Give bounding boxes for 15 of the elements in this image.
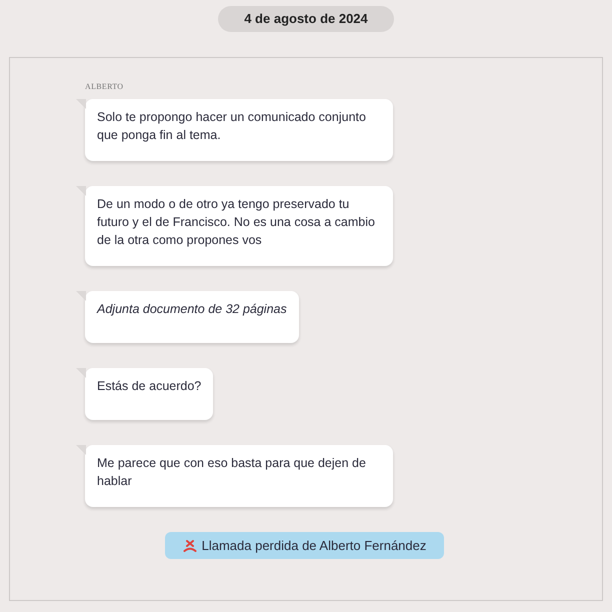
message-bubble: Estás de acuerdo? — [85, 368, 214, 420]
date-pill: 4 de agosto de 2024 — [218, 6, 394, 32]
message-bubble: De un modo o de otro ya tengo preservado tu futuro y el de Francisco. No es una cosa a cambio de la otra como propones vos — [85, 186, 393, 266]
message-bubble: Solo te propongo hacer un comunicado conjunto que ponga fin al tema. — [85, 99, 393, 161]
missed-call-icon — [182, 540, 197, 552]
bubble-tail — [76, 99, 86, 109]
sender-name: ALBERTO — [85, 82, 124, 92]
missed-call-text: Llamada perdida de Alberto Fernández — [202, 536, 426, 555]
bubble-tail — [76, 291, 86, 301]
message-bubble: Me parece que con eso basta para que dejen de hablar — [85, 445, 393, 507]
bubble-tail — [76, 445, 86, 455]
bubble-tail — [76, 186, 86, 196]
bubble-tail — [76, 368, 86, 378]
attachment-message: Adjunta documento de 32 páginas — [85, 291, 299, 343]
missed-call-banner[interactable]: Llamada perdida de Alberto Fernández — [165, 532, 444, 559]
